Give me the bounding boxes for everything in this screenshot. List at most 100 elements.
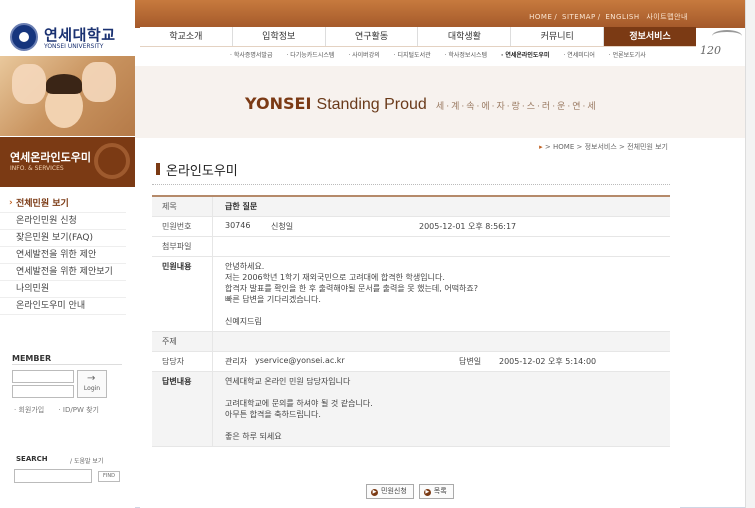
university-logo[interactable]: 연세대학교 YONSEI UNIVERSITY	[4, 20, 132, 54]
answer-line: 좋은 하루 되세요	[225, 432, 282, 441]
answer-blank-line	[225, 387, 666, 398]
search-input[interactable]	[14, 469, 92, 483]
complaint-number: 30746	[225, 221, 251, 230]
tab-research[interactable]: 연구활동	[326, 27, 419, 46]
anniversary-swoosh-icon	[712, 30, 742, 42]
responder-label: 담당자	[162, 357, 185, 366]
side-navigation: 전체민원 보기 온라인민원 신청 잦은민원 보기(FAQ) 연세발전을 위한 제…	[0, 196, 126, 315]
util-home-link[interactable]: HOME	[529, 13, 552, 21]
breadcrumb-current: 전체민원 보기	[627, 143, 668, 151]
subject-label: 제목	[162, 202, 177, 211]
tab-admission[interactable]: 입학정보	[233, 27, 326, 46]
subnav-press[interactable]: · 언론보도기사	[609, 52, 652, 59]
subnav-academic-system[interactable]: · 학사정보시스템	[445, 52, 493, 59]
tab-campus-life[interactable]: 대학생활	[418, 27, 512, 46]
tab-community[interactable]: 커뮤니티	[511, 27, 605, 46]
list-button[interactable]: ▶ 목록	[418, 484, 454, 499]
number-value-cell: 30746 신청일 2005-12-01 오후 8:56:17	[212, 217, 670, 236]
answer-line: 연세대학교 온라인 민원 담당자입니다	[225, 377, 351, 386]
main-navigation: 학교소개 입학정보 연구활동 대학생활 커뮤니티 정보서비스	[140, 27, 696, 47]
member-id-input[interactable]	[12, 370, 74, 383]
sidebar-item-proposal[interactable]: 연세발전을 위한 제안	[0, 247, 126, 264]
util-english-link[interactable]: ENGLISH	[605, 13, 639, 21]
member-title: MEMBER	[12, 354, 52, 363]
child-photo	[0, 56, 135, 136]
answer-value: 연세대학교 온라인 민원 담당자입니다 고려대학교에 문의를 하셔야 될 것 같…	[212, 372, 670, 446]
tab-info-services[interactable]: 정보서비스	[604, 27, 696, 46]
author-name: 신청일	[271, 222, 294, 231]
subnav-cyber-lecture[interactable]: · 사이버강의	[348, 52, 385, 59]
answer-label: 답변내용	[162, 377, 192, 386]
content-line: 저는 2006학년 1학기 재외국민으로 고려대에 합격한 학생입니다.	[225, 273, 445, 282]
signup-link[interactable]: · 회원가입	[14, 406, 50, 414]
top-bar: HOME / SITEMAP / ENGLISH 사이트맵안내	[135, 0, 745, 28]
slogan-brand: YONSEI	[245, 94, 312, 113]
photo-hand-left	[12, 64, 46, 104]
section-subtitle: INFO. & SERVICES	[10, 165, 64, 172]
answer-line: 고려대학교에 문의를 하셔야 될 것 같습니다.	[225, 399, 373, 408]
left-column: 연세대학교 YONSEI UNIVERSITY 연세온라인도우미 INFO. &…	[0, 0, 135, 508]
page-title: 온라인도우미	[156, 160, 238, 179]
slogan: YONSEI Standing Proud 세·계·속·에·자·랑·스·러·운·…	[245, 94, 598, 114]
util-guide-link[interactable]: 사이트맵안내	[646, 13, 688, 21]
submission-date: 2005-12-01 오후 8:56:17	[419, 222, 517, 231]
sidebar-item-all-complaints[interactable]: 전체민원 보기	[0, 196, 126, 213]
search-title: SEARCH	[16, 455, 48, 463]
subnav-card-system[interactable]: · 다기능카드시스템	[286, 52, 340, 59]
subnav-media[interactable]: · 연세미디어	[563, 52, 600, 59]
subject-value: 급한 질문	[212, 197, 670, 216]
subnav-certificate[interactable]: · 학사증명서발급	[230, 52, 278, 59]
content-blank-line	[225, 305, 666, 316]
attachment-label: 첨부파일	[162, 242, 192, 251]
breadcrumb-home[interactable]: HOME	[553, 143, 574, 151]
answer-row: 답변내용 연세대학교 온라인 민원 담당자입니다 고려대학교에 문의를 하셔야 …	[152, 372, 670, 447]
post-detail-table: 제목 급한 질문 민원번호 30746 신청일 2005-12-01 오후 8:…	[152, 195, 670, 447]
utility-navigation: HOME / SITEMAP / ENGLISH 사이트맵안내	[529, 13, 688, 21]
sidebar-item-helper-guide[interactable]: 온라인도우미 안내	[0, 298, 126, 315]
breadcrumb-section[interactable]: 정보서비스	[585, 143, 617, 151]
subnav-online-helper[interactable]: · 연세온라인도우미	[501, 52, 556, 59]
util-sitemap-link[interactable]: SITEMAP	[562, 13, 596, 21]
breadcrumb-arrow-icon: ▸	[539, 143, 543, 151]
topic-value	[212, 332, 670, 351]
anniversary-emblem: 120	[700, 44, 721, 57]
section-header: 연세온라인도우미 INFO. & SERVICES	[0, 137, 135, 187]
sub-navigation: · 학사증명서발급 · 다기능카드시스템 · 사이버강의 · 디지털도서관 · …	[140, 48, 696, 64]
answer-date: 2005-12-02 오후 5:14:00	[499, 357, 597, 366]
responder-name: 관리자	[225, 357, 248, 366]
divider	[12, 364, 122, 365]
subject-row: 제목 급한 질문	[152, 197, 670, 217]
subnav-digital-library[interactable]: · 디지털도서관	[394, 52, 437, 59]
topic-row: 주제	[152, 332, 670, 352]
responder-row: 담당자 관리자 yservice@yonsei.ac.kr 답변일 2005-1…	[152, 352, 670, 372]
responder-email[interactable]: yservice@yonsei.ac.kr	[255, 356, 459, 367]
breadcrumb: ▸ > HOME > 정보서비스 > 전체민원 보기	[539, 143, 668, 151]
attachment-value	[212, 237, 670, 256]
slogan-text: Standing Proud	[316, 96, 427, 113]
content-value: 안녕하세요. 저는 2006학년 1학기 재외국민으로 고려대에 합격한 학생입…	[212, 257, 670, 331]
scrollbar[interactable]	[745, 0, 755, 508]
banner: YONSEI Standing Proud 세·계·속·에·자·랑·스·러·운·…	[135, 66, 755, 138]
content-row: 민원내용 안녕하세요. 저는 2006학년 1학기 재외국민으로 고려대에 합격…	[152, 257, 670, 332]
member-password-input[interactable]	[12, 385, 74, 398]
attachment-row: 첨부파일	[152, 237, 670, 257]
find-button[interactable]: FIND	[98, 471, 120, 482]
find-idpw-link[interactable]: · ID/PW 찾기	[58, 406, 105, 414]
answer-line: 아무튼 합격을 축하드립니다.	[225, 410, 321, 419]
number-label: 민원번호	[162, 222, 192, 231]
sidebar-item-apply-online[interactable]: 온라인민원 신청	[0, 213, 126, 230]
sidebar-item-faq[interactable]: 잦은민원 보기(FAQ)	[0, 230, 126, 247]
arrow-circle-icon: ▶	[371, 489, 378, 496]
tab-about[interactable]: 학교소개	[140, 27, 233, 46]
apply-complaint-button[interactable]: ▶ 민원신청	[366, 484, 414, 499]
answer-date-label: 답변일	[459, 357, 482, 366]
photo-hand-right	[82, 62, 116, 102]
content-signature: 신예지드림	[225, 317, 262, 326]
slogan-korean: 세·계·속·에·자·랑·스·러·운·연·세	[435, 102, 598, 112]
member-links: · 회원가입 · ID/PW 찾기	[14, 405, 111, 415]
search-help-link[interactable]: / 도움말 보기	[70, 456, 103, 465]
university-seal-icon	[10, 23, 38, 51]
login-button[interactable]: Login	[77, 370, 107, 398]
sidebar-item-my-complaints[interactable]: 나의민원	[0, 281, 126, 298]
sidebar-item-proposal-view[interactable]: 연세발전을 위한 제안보기	[0, 264, 126, 281]
